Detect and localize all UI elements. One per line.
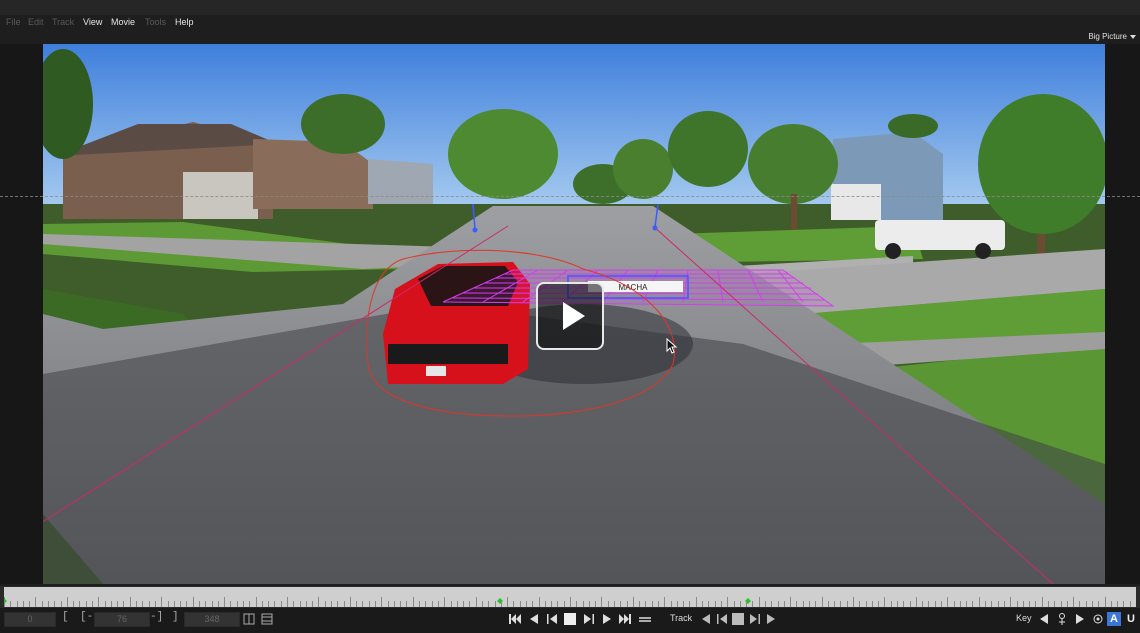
end-frame-field[interactable]: 348: [184, 612, 240, 627]
loop-icon[interactable]: [638, 612, 652, 626]
set-out-button[interactable]: ]: [172, 611, 179, 623]
track-forward-icon[interactable]: [764, 612, 778, 626]
track-backward-icon[interactable]: [699, 612, 713, 626]
in-frame-field[interactable]: 76: [94, 612, 150, 627]
menu-edit[interactable]: Edit: [28, 16, 44, 28]
track-step-forward-icon[interactable]: [748, 612, 762, 626]
timeline-ticks: [4, 597, 1131, 607]
key-label: Key: [1016, 613, 1032, 623]
undo-key-toggle[interactable]: U: [1124, 612, 1138, 626]
menu-bar: File Edit Track View Movie Tools Help: [0, 15, 1140, 30]
track-stop-icon[interactable]: [731, 612, 745, 626]
key-next-icon[interactable]: [1073, 612, 1087, 626]
menu-movie[interactable]: Movie: [111, 16, 135, 28]
key-settings-icon[interactable]: [1091, 612, 1105, 626]
step-forward-icon[interactable]: [582, 612, 596, 626]
key-prev-icon[interactable]: [1037, 612, 1051, 626]
go-start-icon[interactable]: [508, 612, 522, 626]
key-add-icon[interactable]: [1055, 612, 1069, 626]
transport-controls: 0 [ [- 76 -] ] 348 Track Key A U: [0, 608, 1140, 633]
go-end-icon[interactable]: [618, 612, 632, 626]
tracker-point[interactable]: [472, 227, 478, 233]
keyframe-marker[interactable]: [497, 598, 503, 604]
clip-icon[interactable]: [260, 612, 274, 626]
menu-tools[interactable]: Tools: [145, 16, 166, 28]
track-step-back-icon[interactable]: [715, 612, 729, 626]
video-viewer[interactable]: MACHA: [0, 44, 1140, 584]
start-frame-field[interactable]: 0: [4, 612, 56, 627]
menu-view[interactable]: View: [83, 16, 102, 28]
auto-key-toggle[interactable]: A: [1107, 612, 1121, 626]
view-mode-dropdown[interactable]: Big Picture: [1088, 31, 1136, 42]
track-label: Track: [670, 613, 693, 623]
stop-icon[interactable]: [563, 612, 577, 626]
play-backward-icon[interactable]: [545, 612, 559, 626]
timeline[interactable]: [0, 586, 1140, 608]
view-mode-label: Big Picture: [1088, 32, 1127, 41]
play-forward-icon[interactable]: [600, 612, 614, 626]
play-icon: [563, 302, 585, 330]
menu-help[interactable]: Help: [175, 16, 194, 28]
frame-range-icon[interactable]: [242, 612, 256, 626]
go-out-button[interactable]: -]: [150, 611, 163, 623]
tracker-point[interactable]: [652, 225, 658, 231]
chevron-down-icon: [1130, 34, 1136, 39]
menu-file[interactable]: File: [6, 16, 21, 28]
keyframe-marker[interactable]: [745, 598, 751, 604]
keyframe-marker[interactable]: [4, 598, 7, 604]
cursor-icon: [666, 338, 678, 354]
view-bar: Big Picture: [0, 30, 1140, 44]
go-in-button[interactable]: [-: [80, 611, 93, 623]
set-in-button[interactable]: [: [62, 611, 69, 623]
play-button[interactable]: [536, 282, 604, 350]
step-back-icon[interactable]: [527, 612, 541, 626]
menu-track[interactable]: Track: [52, 16, 74, 28]
title-strip: [0, 0, 1140, 16]
horizon-guide[interactable]: [0, 196, 1140, 197]
